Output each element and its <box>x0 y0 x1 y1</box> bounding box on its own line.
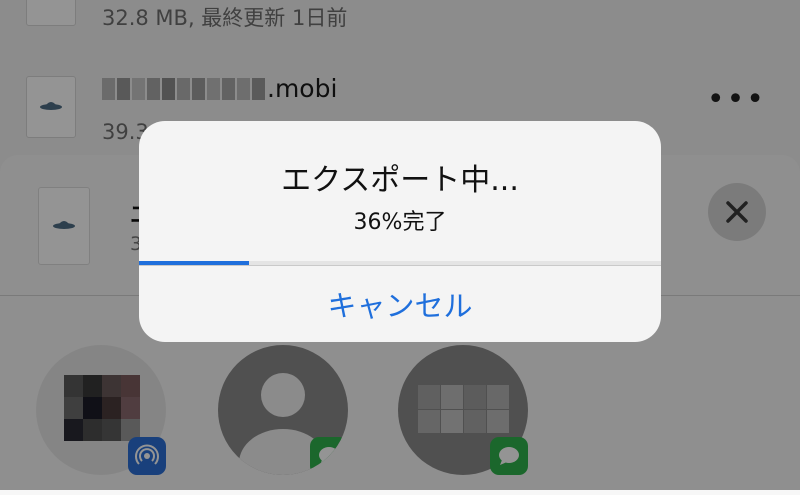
alert-title: エクスポート中... <box>281 163 519 198</box>
alert-message: 36%完了 <box>353 210 447 235</box>
cancel-button[interactable]: キャンセル <box>139 266 661 342</box>
export-progress-alert: エクスポート中... 36%完了 キャンセル <box>139 121 661 342</box>
